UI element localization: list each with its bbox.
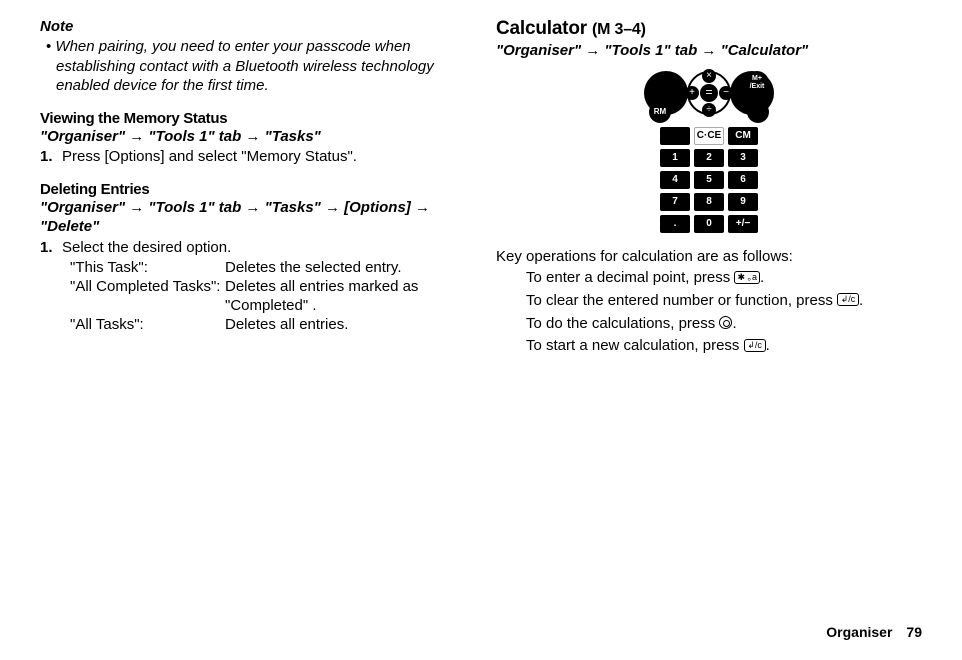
keyop-clear: To clear the entered number or function,… [526, 290, 922, 312]
calc-key-4: 4 [660, 171, 690, 189]
option-val: Deletes all entries. [225, 316, 466, 335]
heading-memory-status: Viewing the Memory Status [40, 110, 466, 127]
divide-icon: ÷ [702, 103, 716, 117]
calc-key-1: 1 [660, 149, 690, 167]
calc-key-0: 0 [694, 215, 724, 233]
path-memory-status: "Organiser" → "Tools 1" tab → "Tasks" [40, 128, 466, 147]
step-number: 1. [40, 239, 62, 258]
path-deleting-entries: "Organiser" → "Tools 1" tab → "Tasks" → … [40, 199, 466, 237]
menu-code: (M 3–4) [592, 21, 646, 38]
calc-key-cce: C·CE [694, 127, 724, 145]
left-column: Note When pairing, you need to enter you… [40, 18, 466, 358]
footer-page-number: 79 [906, 624, 922, 640]
keyop-calculate: To do the calculations, press . [526, 313, 922, 335]
calc-key-plusminus: +/− [728, 215, 758, 233]
clear-key-icon: ↲/c [744, 339, 766, 352]
calc-top: × ÷ + − = RM M+ /Exit [654, 71, 764, 127]
calc-key-7: 7 [660, 193, 690, 211]
option-val: Deletes all entries marked as "Completed… [225, 278, 466, 316]
calc-key-dot: . [660, 215, 690, 233]
rm-key: RM [649, 101, 671, 123]
footer-section: Organiser [826, 624, 892, 640]
option-key: "All Tasks": [70, 316, 225, 335]
plus-icon: + [685, 86, 699, 100]
option-key: "All Completed Tasks": [70, 278, 225, 316]
step-text: Select the desired option. [62, 239, 231, 256]
delete-options-list: "This Task": Deletes the selected entry.… [70, 259, 466, 334]
calc-key-6: 6 [728, 171, 758, 189]
note-body: When pairing, you need to enter your pas… [40, 37, 466, 96]
calc-key-3: 3 [728, 149, 758, 167]
step-deleting-entries: 1.Select the desired option. [40, 239, 466, 258]
calc-key-blank [660, 127, 690, 145]
option-key: "This Task": [70, 259, 225, 278]
heading-calculator: Calculator (M 3–4) [496, 18, 922, 40]
option-row: "All Tasks": Deletes all entries. [70, 316, 466, 335]
calc-key-5: 5 [694, 171, 724, 189]
keyop-newcalc: To start a new calculation, press ↲/c. [526, 335, 922, 357]
keyop-decimal: To enter a decimal point, press ✱ ｡a. [526, 267, 922, 289]
calc-key-9: 9 [728, 193, 758, 211]
calc-dpad: × ÷ + − = [687, 71, 731, 115]
heading-deleting-entries: Deleting Entries [40, 181, 466, 198]
page-footer: Organiser 79 [826, 624, 922, 640]
equals-icon: = [700, 84, 718, 102]
calc-right-small-knob [747, 101, 769, 123]
step-text: Press [Options] and select "Memory Statu… [62, 148, 357, 165]
keyops-list: To enter a decimal point, press ✱ ｡a. To… [526, 267, 922, 357]
path-calculator: "Organiser" → "Tools 1" tab → "Calculato… [496, 42, 922, 61]
center-key-icon [719, 316, 732, 329]
option-row: "All Completed Tasks": Deletes all entri… [70, 278, 466, 316]
calculator-illustration: × ÷ + − = RM M+ /Exit C·CE CM 1 2 [654, 71, 764, 233]
mplus-exit-key: M+ /Exit [745, 71, 769, 95]
calc-key-2: 2 [694, 149, 724, 167]
heading-text: Calculator [496, 18, 587, 39]
star-key-icon: ✱ ｡a [734, 271, 760, 284]
calc-keypad: C·CE CM 1 2 3 4 5 6 7 8 9 . 0 +/− [654, 127, 764, 233]
multiply-icon: × [702, 69, 716, 83]
calc-key-cm: CM [728, 127, 758, 145]
note-title: Note [40, 18, 466, 35]
clear-key-icon: ↲/c [837, 293, 859, 306]
step-memory-status: 1.Press [Options] and select "Memory Sta… [40, 148, 466, 167]
keyops-intro: Key operations for calculation are as fo… [496, 247, 922, 267]
step-number: 1. [40, 148, 62, 167]
option-val: Deletes the selected entry. [225, 259, 466, 278]
minus-icon: − [719, 86, 733, 100]
calc-key-8: 8 [694, 193, 724, 211]
right-column: Calculator (M 3–4) "Organiser" → "Tools … [496, 18, 922, 358]
option-row: "This Task": Deletes the selected entry. [70, 259, 466, 278]
